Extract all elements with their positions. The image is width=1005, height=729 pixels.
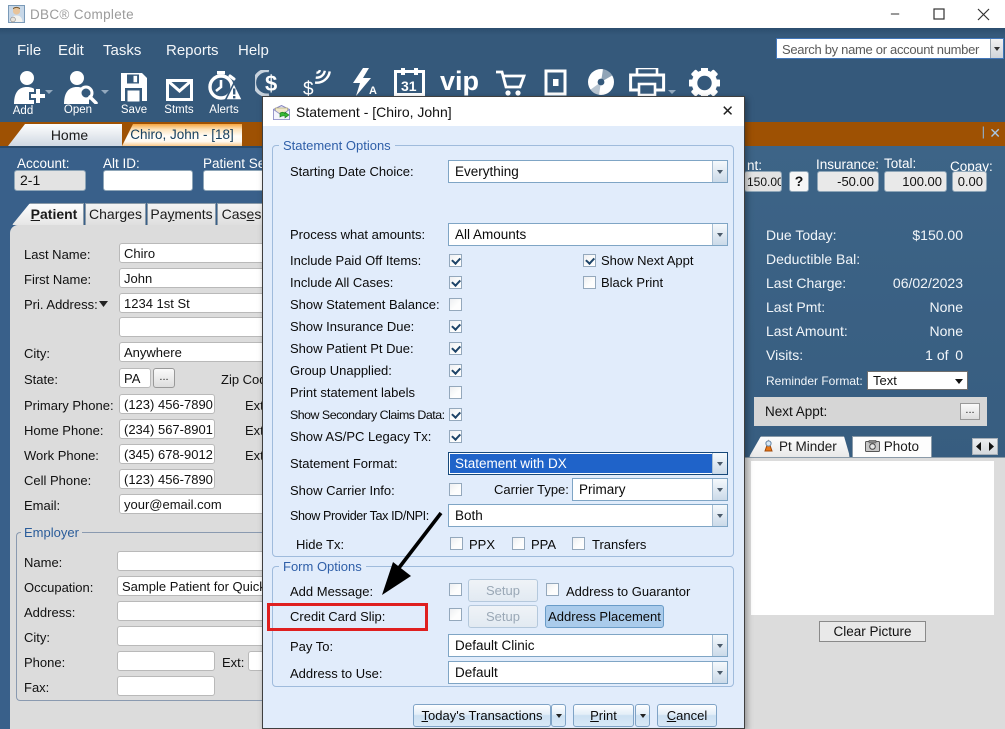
svg-text:A: A	[369, 85, 377, 96]
svg-text:$: $	[265, 71, 277, 96]
svg-text:$: $	[303, 79, 314, 96]
svg-text:31: 31	[401, 78, 417, 94]
